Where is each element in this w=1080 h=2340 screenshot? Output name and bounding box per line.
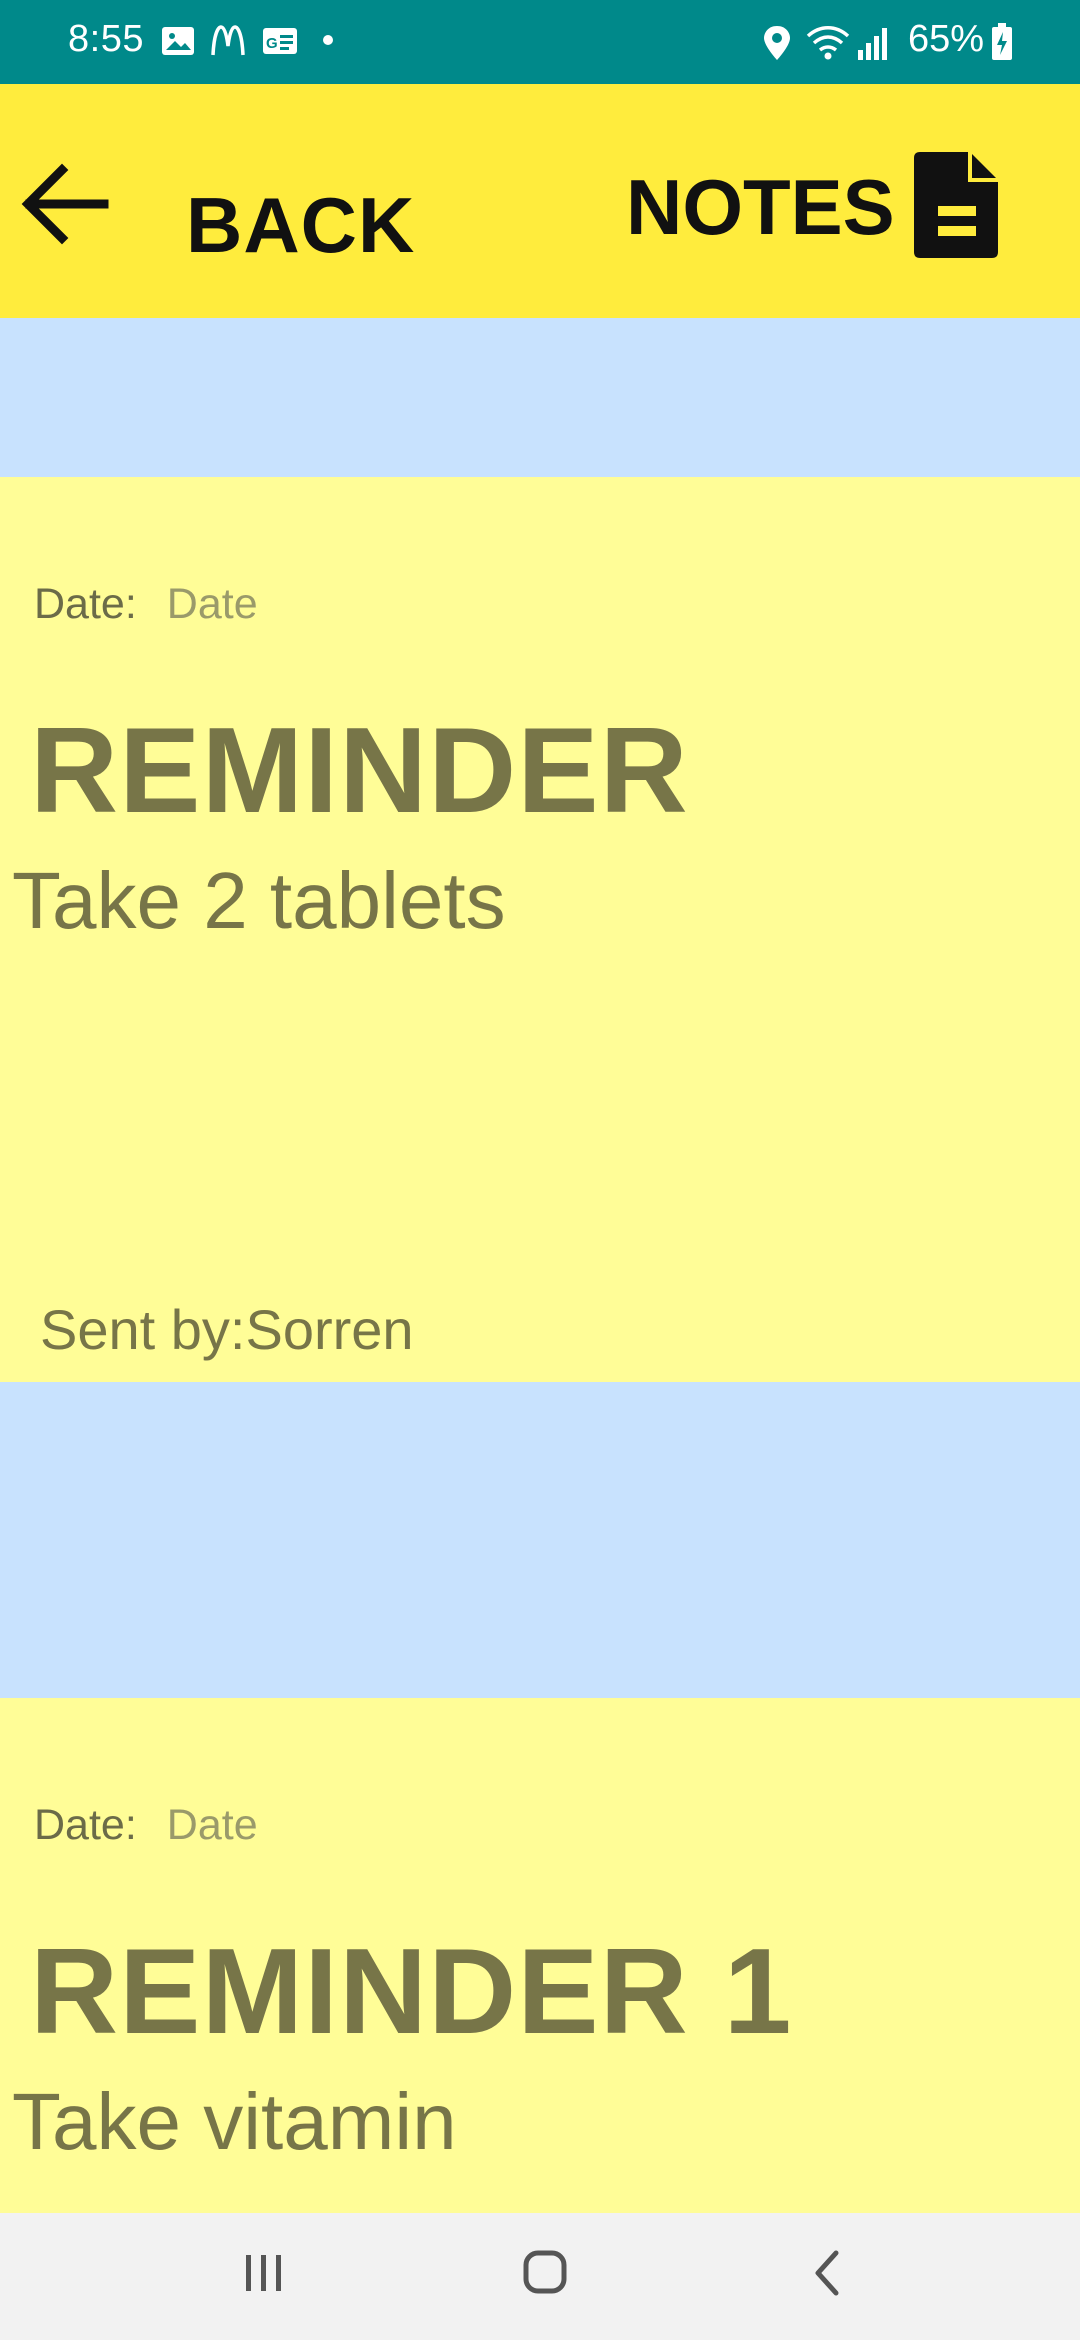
document-icon[interactable] xyxy=(912,150,1002,260)
back-icon[interactable] xyxy=(802,2243,854,2303)
note-card[interactable]: Date: Date REMINDER Take 2 tablets Sent b… xyxy=(0,477,1080,1382)
app-bar: BACK NOTES xyxy=(0,84,1080,318)
location-icon xyxy=(764,26,790,60)
note-card[interactable]: Date: Date REMINDER 1 Take vitamin xyxy=(0,1698,1080,2213)
wifi-icon xyxy=(806,26,850,60)
dot-icon xyxy=(323,35,333,45)
home-icon[interactable] xyxy=(516,2243,576,2303)
date-row: Date: Date xyxy=(34,1801,258,1850)
svg-text:G: G xyxy=(266,35,278,52)
date-value: Date xyxy=(166,1801,258,1849)
date-row: Date: Date xyxy=(34,580,258,629)
date-label: Date: xyxy=(34,580,137,628)
mcdonalds-icon xyxy=(211,25,245,56)
battery-percentage: 65% xyxy=(908,18,985,60)
note-title: REMINDER 1 xyxy=(30,1923,793,2059)
navigation-bar xyxy=(0,2213,1080,2340)
back-label: BACK xyxy=(186,181,416,269)
date-label: Date: xyxy=(34,1801,137,1849)
battery-icon xyxy=(992,23,1012,60)
back-arrow-icon xyxy=(21,163,109,245)
card-icon: G xyxy=(263,28,297,54)
gallery-icon xyxy=(162,27,194,55)
note-body: Take vitamin xyxy=(12,2077,457,2166)
status-bar: 8:55 G 65% xyxy=(0,0,1080,84)
recent-apps-icon[interactable] xyxy=(238,2243,290,2303)
date-value: Date xyxy=(166,580,258,628)
page-title: NOTES xyxy=(626,163,895,251)
back-button[interactable]: BACK xyxy=(12,144,432,269)
note-body: Take 2 tablets xyxy=(12,856,506,945)
sent-by: Sent by:Sorren xyxy=(40,1298,414,1361)
status-time: 8:55 xyxy=(68,18,144,60)
signal-icon xyxy=(858,28,887,60)
note-title: REMINDER xyxy=(30,702,689,838)
